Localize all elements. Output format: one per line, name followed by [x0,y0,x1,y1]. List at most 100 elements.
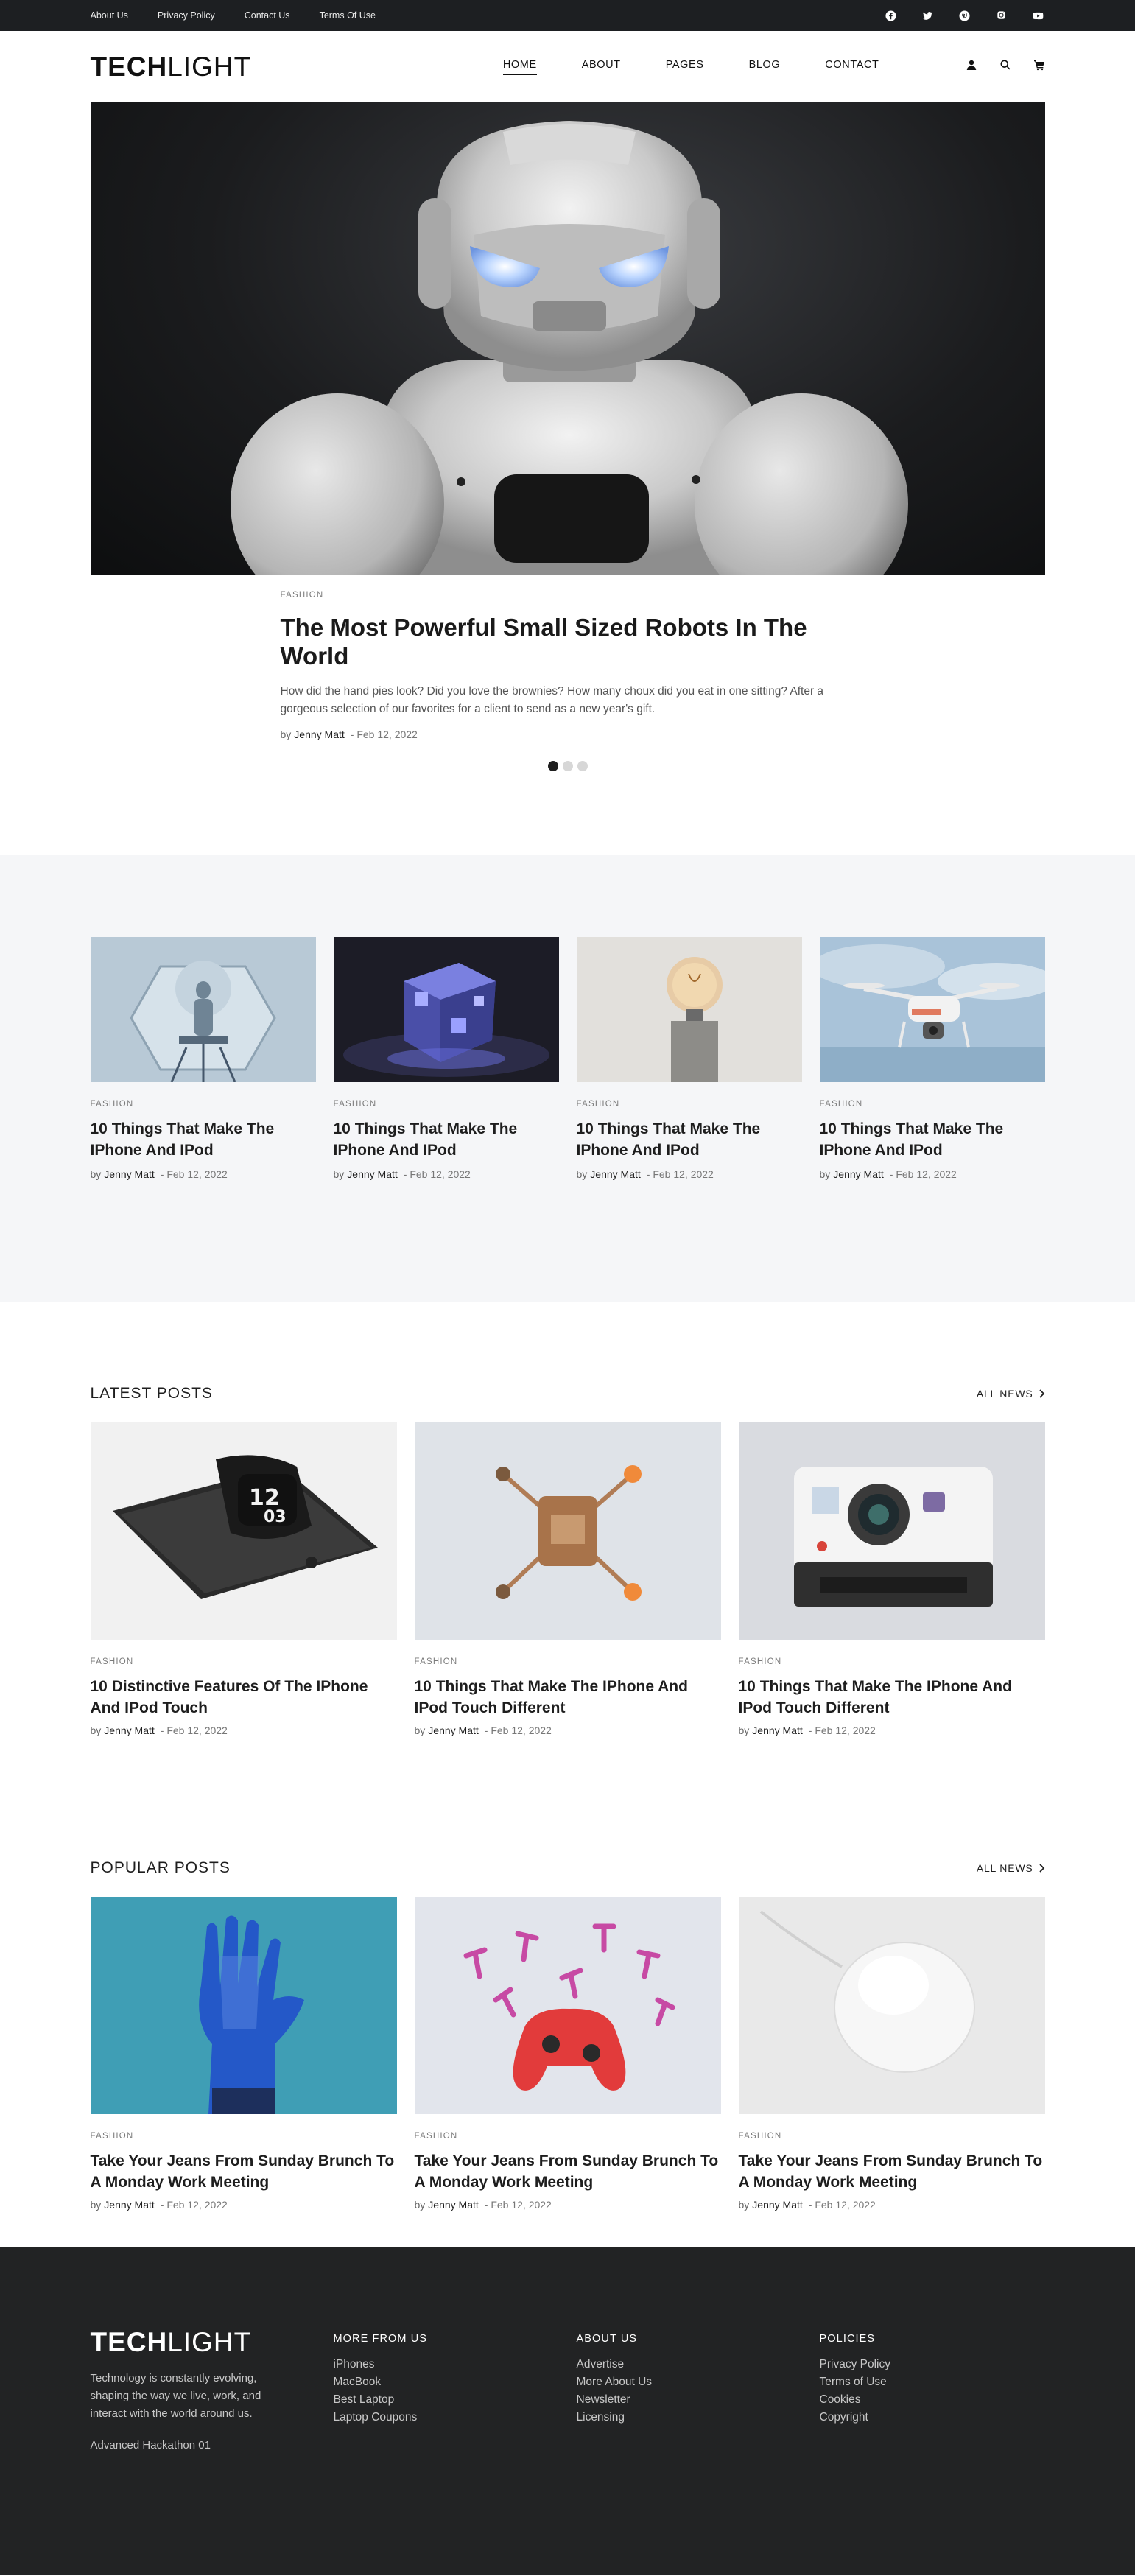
top-link-contact-us[interactable]: Contact Us [245,10,290,21]
carousel-dot-2[interactable] [562,761,573,771]
card-category[interactable]: FASHION [577,1100,802,1109]
footer-link[interactable]: Advertise [577,2356,820,2373]
featured-image-robot-hologram[interactable] [90,937,316,1082]
twitter-icon[interactable] [921,9,935,22]
card-author[interactable]: Jenny Matt [590,1168,640,1180]
featured-image-glowing-cube[interactable] [333,937,559,1082]
card-title[interactable]: 10 Things That Make The IPhone And IPod [577,1118,802,1161]
post-card[interactable]: FASHION Take Your Jeans From Sunday Brun… [738,1897,1045,2211]
hero-category[interactable]: FASHION [281,591,855,600]
footer-link[interactable]: Copyright [820,2409,1045,2426]
featured-card[interactable]: FASHION 10 Things That Make The IPhone A… [90,937,316,1180]
footer-link[interactable]: iPhones [334,2356,577,2373]
hero-image[interactable] [90,102,1045,575]
footer-link[interactable]: Privacy Policy [820,2356,1045,2373]
cart-icon[interactable] [1033,59,1045,74]
card-title[interactable]: 10 Things That Make The IPhone And IPod [334,1118,559,1161]
latest-posts-section: LATEST POSTS ALL NEWS 12 03 FASHION 10 D… [0,1302,1135,1736]
card-title[interactable]: Take Your Jeans From Sunday Brunch To A … [415,2150,721,2193]
all-news-link[interactable]: ALL NEWS [977,1862,1045,1874]
post-card[interactable]: FASHION 10 Things That Make The IPhone A… [414,1422,721,1736]
card-date: - Feb 12, 2022 [484,2199,552,2211]
card-author[interactable]: Jenny Matt [428,1724,478,1736]
post-card[interactable]: 12 03 FASHION 10 Distinctive Features Of… [90,1422,397,1736]
card-author[interactable]: Jenny Matt [104,1168,154,1180]
card-title[interactable]: Take Your Jeans From Sunday Brunch To A … [91,2150,397,2193]
post-card[interactable]: FASHION Take Your Jeans From Sunday Brun… [414,1897,721,2211]
card-meta: by Jenny Matt - Feb 12, 2022 [333,1168,471,1180]
card-title[interactable]: 10 Things That Make The IPhone And IPod … [739,1676,1045,1719]
card-category[interactable]: FASHION [415,2132,721,2141]
nav-item-blog[interactable]: BLOG [749,59,781,75]
card-author[interactable]: Jenny Matt [104,2199,154,2211]
nav-item-home[interactable]: HOME [502,59,537,75]
card-title[interactable]: 10 Things That Make The IPhone And IPod [820,1118,1045,1161]
post-image-drone-top[interactable] [414,1422,721,1640]
post-card[interactable]: FASHION 10 Things That Make The IPhone A… [738,1422,1045,1736]
footer-link[interactable]: More About Us [577,2373,820,2391]
card-date: - Feb 12, 2022 [160,1724,228,1736]
footer-logo[interactable]: TECHLIGHT [91,2327,334,2358]
footer-link[interactable]: Newsletter [577,2391,820,2409]
site-logo[interactable]: TECHLIGHT [91,52,252,83]
card-title[interactable]: 10 Distinctive Features Of The IPhone An… [91,1676,397,1719]
nav-item-about[interactable]: ABOUT [582,59,621,75]
featured-card[interactable]: FASHION 10 Things That Make The IPhone A… [576,937,802,1180]
carousel-dot-3[interactable] [577,761,588,771]
pinterest-icon[interactable] [958,9,971,22]
top-link-privacy-policy[interactable]: Privacy Policy [158,10,215,21]
footer-link[interactable]: Best Laptop [334,2391,577,2409]
featured-card[interactable]: FASHION 10 Things That Make The IPhone A… [819,937,1045,1180]
top-bar: About Us Privacy Policy Contact Us Terms… [0,0,1135,31]
card-title[interactable]: 10 Things That Make The IPhone And IPod … [415,1676,721,1719]
card-title[interactable]: 10 Things That Make The IPhone And IPod [91,1118,316,1161]
nav-item-contact[interactable]: CONTACT [825,59,879,75]
card-category[interactable]: FASHION [91,1657,397,1666]
card-category[interactable]: FASHION [739,2132,1045,2141]
footer-column-more-from-us: MORE FROM US iPhones MacBook Best Laptop… [334,2327,577,2452]
post-image-polaroid-camera[interactable] [738,1422,1045,1640]
card-author[interactable]: Jenny Matt [104,1724,154,1736]
hero-meta: by Jenny Matt - Feb 12, 2022 [281,729,855,740]
footer-link[interactable]: Cookies [820,2391,1045,2409]
card-author[interactable]: Jenny Matt [428,2199,478,2211]
card-category[interactable]: FASHION [91,1100,316,1109]
card-meta: by Jenny Matt - Feb 12, 2022 [414,1724,552,1736]
footer-link[interactable]: MacBook [334,2373,577,2391]
post-image-smart-speaker[interactable] [738,1897,1045,2114]
footer-link[interactable]: Laptop Coupons [334,2409,577,2426]
carousel-dot-1[interactable] [547,761,558,771]
user-icon[interactable] [966,59,977,74]
card-author[interactable]: Jenny Matt [752,2199,802,2211]
hero-title[interactable]: The Most Powerful Small Sized Robots In … [281,613,855,670]
post-card[interactable]: FASHION Take Your Jeans From Sunday Brun… [90,1897,397,2211]
card-author[interactable]: Jenny Matt [752,1724,802,1736]
card-author[interactable]: Jenny Matt [833,1168,883,1180]
card-category[interactable]: FASHION [820,1100,1045,1109]
all-news-link[interactable]: ALL NEWS [977,1388,1045,1400]
top-link-about-us[interactable]: About Us [91,10,128,21]
featured-card[interactable]: FASHION 10 Things That Make The IPhone A… [333,937,559,1180]
search-icon[interactable] [999,59,1011,74]
card-category[interactable]: FASHION [415,1657,721,1666]
instagram-icon[interactable] [995,9,1008,22]
top-link-terms-of-use[interactable]: Terms Of Use [320,10,376,21]
post-image-robot-hand[interactable] [90,1897,397,2114]
youtube-icon[interactable] [1032,9,1045,22]
post-image-gamepad[interactable] [414,1897,721,2114]
hero-author[interactable]: Jenny Matt [294,729,344,740]
card-author[interactable]: Jenny Matt [347,1168,397,1180]
robot-illustration [230,121,908,575]
carousel-dots [91,761,1045,771]
footer-link[interactable]: Licensing [577,2409,820,2426]
card-category[interactable]: FASHION [91,2132,397,2141]
featured-image-light-bulb[interactable] [576,937,802,1082]
featured-image-drone[interactable] [819,937,1045,1082]
card-category[interactable]: FASHION [739,1657,1045,1666]
card-category[interactable]: FASHION [334,1100,559,1109]
post-image-smartwatch[interactable]: 12 03 [90,1422,397,1640]
card-title[interactable]: Take Your Jeans From Sunday Brunch To A … [739,2150,1045,2193]
footer-link[interactable]: Terms of Use [820,2373,1045,2391]
facebook-icon[interactable] [885,9,898,22]
nav-item-pages[interactable]: PAGES [666,59,704,75]
